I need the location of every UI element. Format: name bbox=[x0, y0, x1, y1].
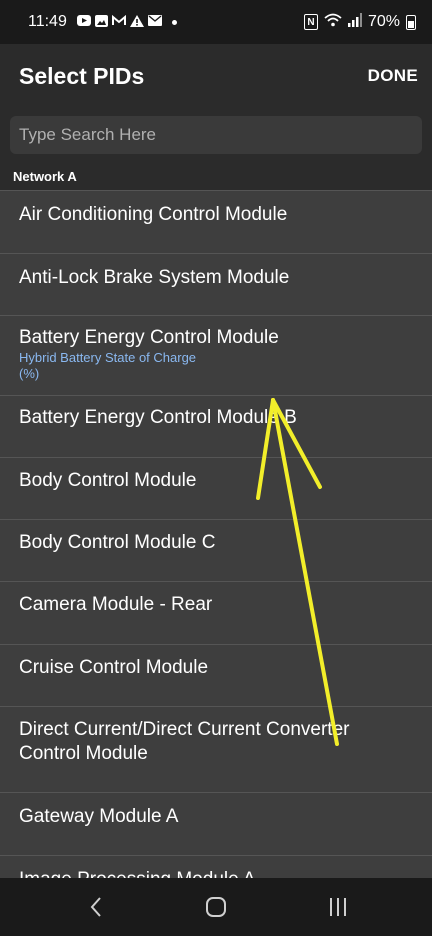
module-title: Body Control Module C bbox=[19, 532, 216, 553]
gmail-icon bbox=[111, 14, 126, 29]
search-bar bbox=[0, 108, 432, 164]
home-button[interactable] bbox=[196, 878, 236, 936]
module-title: Anti-Lock Brake System Module bbox=[19, 267, 290, 288]
list-item[interactable]: Anti-Lock Brake System Module bbox=[0, 253, 432, 315]
search-input[interactable] bbox=[10, 116, 422, 154]
back-button[interactable] bbox=[76, 878, 116, 936]
module-title: Battery Energy Control Module B bbox=[19, 407, 297, 428]
page-title: Select PIDs bbox=[19, 62, 145, 89]
list-item[interactable]: Cruise Control Module bbox=[0, 644, 432, 706]
app-bar: Select PIDs DONE bbox=[0, 44, 432, 108]
selected-pid-label: Hybrid Battery State of Charge bbox=[19, 350, 197, 365]
mail-icon bbox=[147, 15, 162, 29]
recent-apps-button[interactable] bbox=[318, 878, 358, 936]
alert-icon bbox=[129, 14, 144, 30]
home-icon bbox=[206, 897, 226, 917]
list-item[interactable]: Image Processing Module A bbox=[0, 855, 432, 878]
module-title: Air Conditioning Control Module bbox=[19, 204, 288, 225]
module-title: Cruise Control Module bbox=[19, 657, 209, 678]
module-title: Body Control Module bbox=[19, 470, 197, 491]
section-header: Network A bbox=[0, 164, 432, 190]
list-item[interactable]: Battery Energy Control Module B bbox=[0, 395, 432, 457]
list-item[interactable]: Body Control Module C bbox=[0, 519, 432, 581]
module-list[interactable]: Air Conditioning Control Module Anti-Loc… bbox=[0, 190, 432, 878]
status-time: 11:49 bbox=[28, 13, 67, 30]
system-nav-bar bbox=[0, 878, 432, 936]
module-title-line2: Control Module bbox=[19, 743, 148, 764]
nfc-icon: N bbox=[303, 14, 318, 30]
list-item[interactable]: Air Conditioning Control Module bbox=[0, 190, 432, 253]
battery-icon bbox=[406, 14, 416, 30]
status-bar: 11:49 N 70% bbox=[0, 0, 432, 44]
photos-icon bbox=[94, 14, 108, 30]
more-notifications-dot bbox=[171, 19, 177, 25]
list-item[interactable]: Camera Module - Rear bbox=[0, 581, 432, 644]
module-title: Battery Energy Control Module bbox=[19, 327, 279, 348]
done-button[interactable]: DONE bbox=[368, 66, 418, 86]
back-icon bbox=[90, 897, 101, 917]
wifi-icon bbox=[324, 13, 342, 32]
module-title: Image Processing Module A bbox=[19, 856, 413, 878]
recent-apps-icon bbox=[330, 898, 346, 916]
list-item[interactable]: Body Control Module bbox=[0, 457, 432, 519]
signal-icon bbox=[347, 12, 362, 32]
module-title: Camera Module - Rear bbox=[19, 594, 213, 615]
youtube-icon bbox=[76, 15, 91, 29]
module-title: Gateway Module A bbox=[19, 806, 179, 827]
selected-pid-unit: (%) bbox=[19, 366, 40, 381]
list-item[interactable]: Direct Current/Direct Current Converter … bbox=[0, 706, 432, 792]
list-item[interactable]: Battery Energy Control Module Hybrid Bat… bbox=[0, 315, 432, 395]
module-title: Direct Current/Direct Current Converter bbox=[19, 719, 350, 740]
list-item[interactable]: Gateway Module A bbox=[0, 792, 432, 855]
battery-percent: 70% bbox=[367, 13, 400, 30]
